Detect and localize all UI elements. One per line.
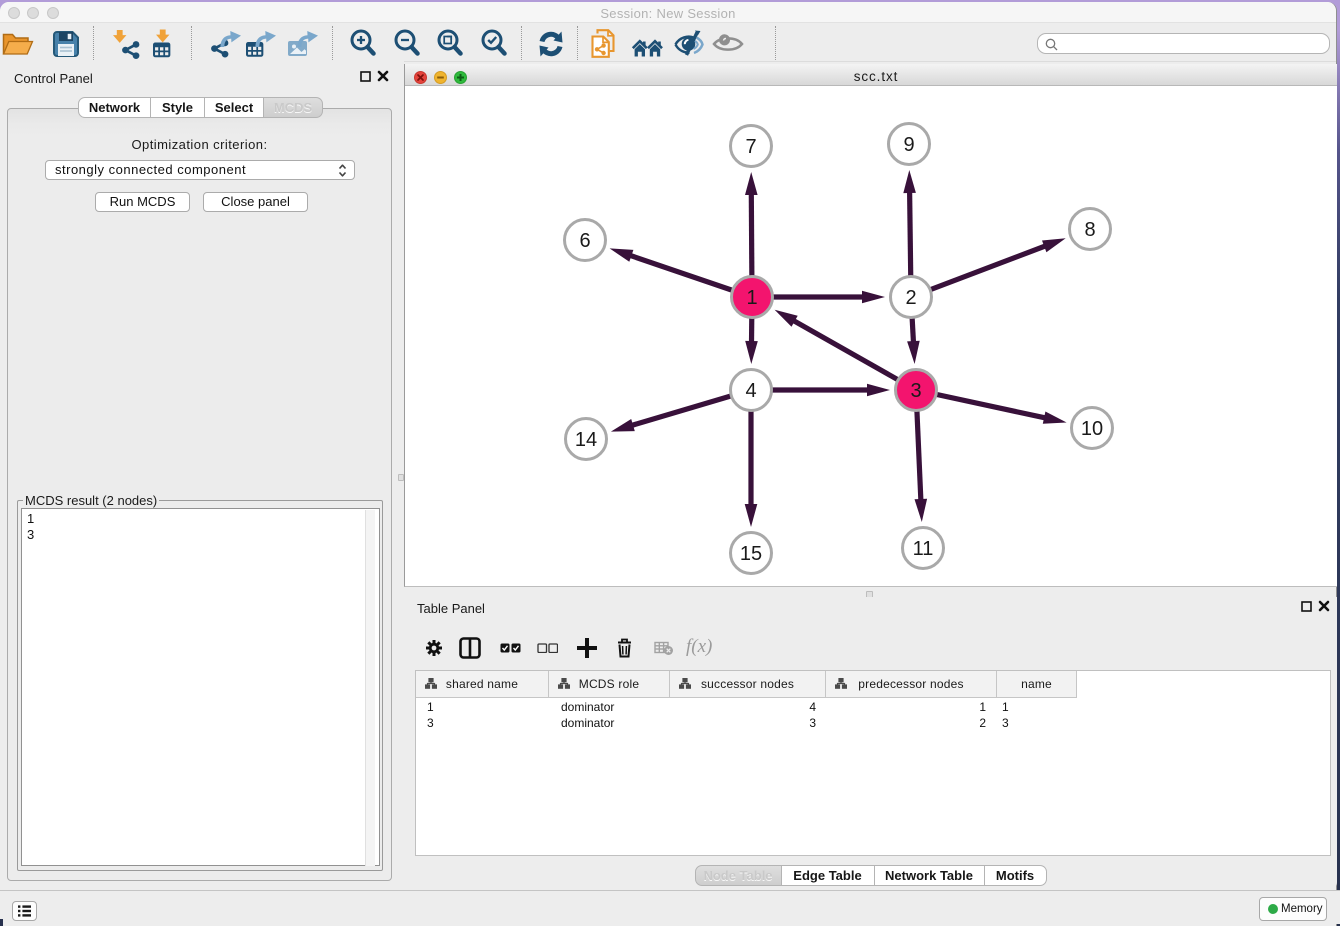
svg-text:8: 8 bbox=[1084, 219, 1095, 241]
svg-text:6: 6 bbox=[579, 230, 590, 252]
svg-text:9: 9 bbox=[903, 134, 914, 156]
svg-text:1: 1 bbox=[746, 287, 757, 309]
svg-text:14: 14 bbox=[575, 429, 597, 451]
svg-text:10: 10 bbox=[1081, 418, 1103, 440]
svg-text:15: 15 bbox=[740, 543, 762, 565]
svg-text:7: 7 bbox=[745, 136, 756, 158]
svg-text:4: 4 bbox=[745, 380, 756, 402]
svg-text:11: 11 bbox=[913, 538, 934, 560]
svg-text:3: 3 bbox=[910, 380, 921, 402]
svg-text:2: 2 bbox=[905, 287, 916, 309]
